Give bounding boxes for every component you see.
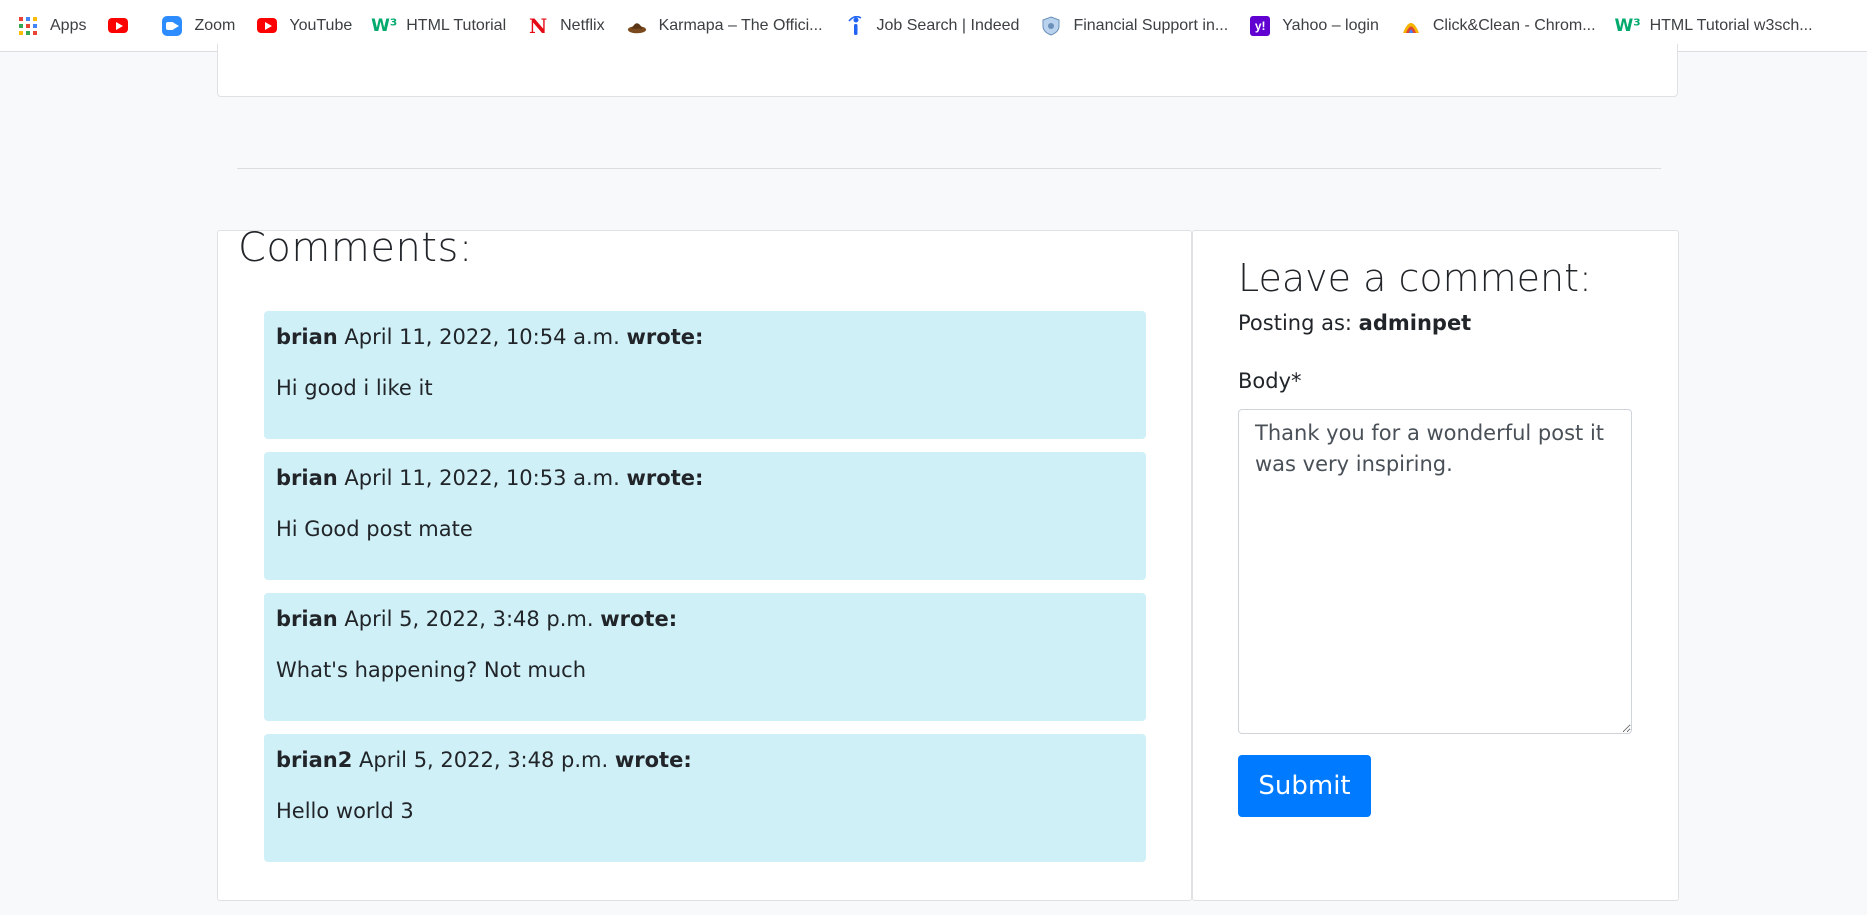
comment-body: What's happening? Not much bbox=[276, 658, 587, 682]
comment-date: April 11, 2022, 10:53 a.m. bbox=[344, 466, 620, 490]
comment-item: brian April 5, 2022, 3:48 p.m. wrote: Wh… bbox=[264, 593, 1146, 721]
bookmark-apps[interactable]: Apps bbox=[18, 16, 86, 36]
bookmark-indeed[interactable]: Job Search | Indeed bbox=[845, 15, 1020, 36]
comments-section: Comments: brian April 11, 2022, 10:54 a.… bbox=[217, 225, 1192, 901]
bookmark-karmapa[interactable]: Karmapa – The Offici... bbox=[627, 16, 823, 36]
comment-author: brian bbox=[276, 466, 338, 490]
bookmark-label: Job Search | Indeed bbox=[876, 16, 1020, 34]
youtube-icon bbox=[108, 16, 129, 36]
w3schools-icon: W³ bbox=[371, 15, 398, 36]
comment-meta: brian April 11, 2022, 10:53 a.m. wrote: bbox=[276, 464, 1134, 492]
comment-wrote: wrote: bbox=[614, 748, 692, 772]
comment-author: brian2 bbox=[276, 748, 353, 772]
bookmark-label: HTML Tutorial w3sch... bbox=[1649, 16, 1813, 34]
bookmark-html-tutorial-w3[interactable]: W³ HTML Tutorial w3sch... bbox=[1614, 15, 1813, 36]
shield-icon bbox=[1041, 15, 1061, 36]
bookmark-label: HTML Tutorial bbox=[406, 16, 507, 34]
comment-item: brian2 April 5, 2022, 3:48 p.m. wrote: H… bbox=[264, 734, 1146, 862]
bookmark-yahoo[interactable]: y! Yahoo – login bbox=[1250, 15, 1379, 36]
bookmark-youtube-plain[interactable] bbox=[108, 16, 140, 36]
bookmark-html-tutorial[interactable]: W³ HTML Tutorial bbox=[371, 15, 507, 36]
bookmark-youtube[interactable]: YouTube bbox=[257, 16, 352, 36]
bookmark-label: Netflix bbox=[560, 16, 605, 34]
bookmark-label: Apps bbox=[50, 16, 87, 34]
bookmark-financial-support[interactable]: Financial Support in... bbox=[1041, 15, 1229, 36]
comment-form-card: Leave a comment: Posting as: adminpet Bo… bbox=[1192, 230, 1679, 901]
comment-wrote: wrote: bbox=[626, 466, 704, 490]
netflix-icon: N bbox=[528, 13, 548, 38]
apps-grid-icon bbox=[18, 16, 38, 36]
comment-author: brian bbox=[276, 325, 338, 349]
comment-body: Hello world 3 bbox=[276, 799, 414, 823]
bookmark-netflix[interactable]: N Netflix bbox=[528, 13, 605, 38]
yahoo-icon: y! bbox=[1250, 15, 1271, 36]
bookmark-label: Zoom bbox=[194, 16, 236, 34]
comment-author: brian bbox=[276, 607, 338, 631]
comment-date: April 5, 2022, 3:48 p.m. bbox=[359, 748, 609, 772]
posting-as: Posting as: adminpet bbox=[1238, 311, 1471, 335]
posting-username: adminpet bbox=[1358, 311, 1472, 335]
comment-wrote: wrote: bbox=[626, 325, 704, 349]
comment-wrote: wrote: bbox=[600, 607, 678, 631]
bookmark-clickclean[interactable]: Click&Clean - Chrom... bbox=[1401, 16, 1596, 36]
comment-meta: brian April 5, 2022, 3:48 p.m. wrote: bbox=[276, 605, 1134, 633]
bookmark-label: Financial Support in... bbox=[1073, 16, 1229, 34]
clickclean-icon bbox=[1401, 16, 1421, 36]
bookmark-label: YouTube bbox=[289, 16, 353, 34]
post-card-bottom bbox=[217, 44, 1678, 97]
comment-body-textarea[interactable]: Thank you for a wonderful post it was ve… bbox=[1238, 409, 1632, 734]
w3schools-icon: W³ bbox=[1614, 15, 1641, 36]
comment-meta: brian April 11, 2022, 10:54 a.m. wrote: bbox=[276, 323, 1134, 351]
comment-body: Hi Good post mate bbox=[276, 517, 473, 541]
comment-body: Hi good i like it bbox=[276, 376, 433, 400]
bookmark-label: Karmapa – The Offici... bbox=[658, 16, 823, 34]
body-label: Body* bbox=[1238, 369, 1302, 393]
form-title: Leave a comment: bbox=[1238, 256, 1592, 300]
submit-button[interactable]: Submit bbox=[1238, 755, 1371, 817]
divider bbox=[237, 168, 1661, 169]
indeed-icon bbox=[845, 15, 865, 36]
posting-as-label: Posting as: bbox=[1238, 311, 1352, 335]
bookmark-zoom[interactable]: Zoom bbox=[162, 15, 236, 36]
karmapa-icon bbox=[627, 16, 647, 36]
comment-date: April 5, 2022, 3:48 p.m. bbox=[344, 607, 594, 631]
youtube-icon bbox=[257, 16, 278, 36]
comment-item: brian April 11, 2022, 10:53 a.m. wrote: … bbox=[264, 452, 1146, 580]
bookmark-label: Click&Clean - Chrom... bbox=[1432, 16, 1596, 34]
comments-title: Comments: bbox=[238, 225, 473, 271]
comment-meta: brian2 April 5, 2022, 3:48 p.m. wrote: bbox=[276, 746, 1134, 774]
zoom-icon bbox=[162, 15, 183, 36]
bookmark-label: Yahoo – login bbox=[1282, 16, 1379, 34]
comment-item: brian April 11, 2022, 10:54 a.m. wrote: … bbox=[264, 311, 1146, 439]
comment-date: April 11, 2022, 10:54 a.m. bbox=[344, 325, 620, 349]
